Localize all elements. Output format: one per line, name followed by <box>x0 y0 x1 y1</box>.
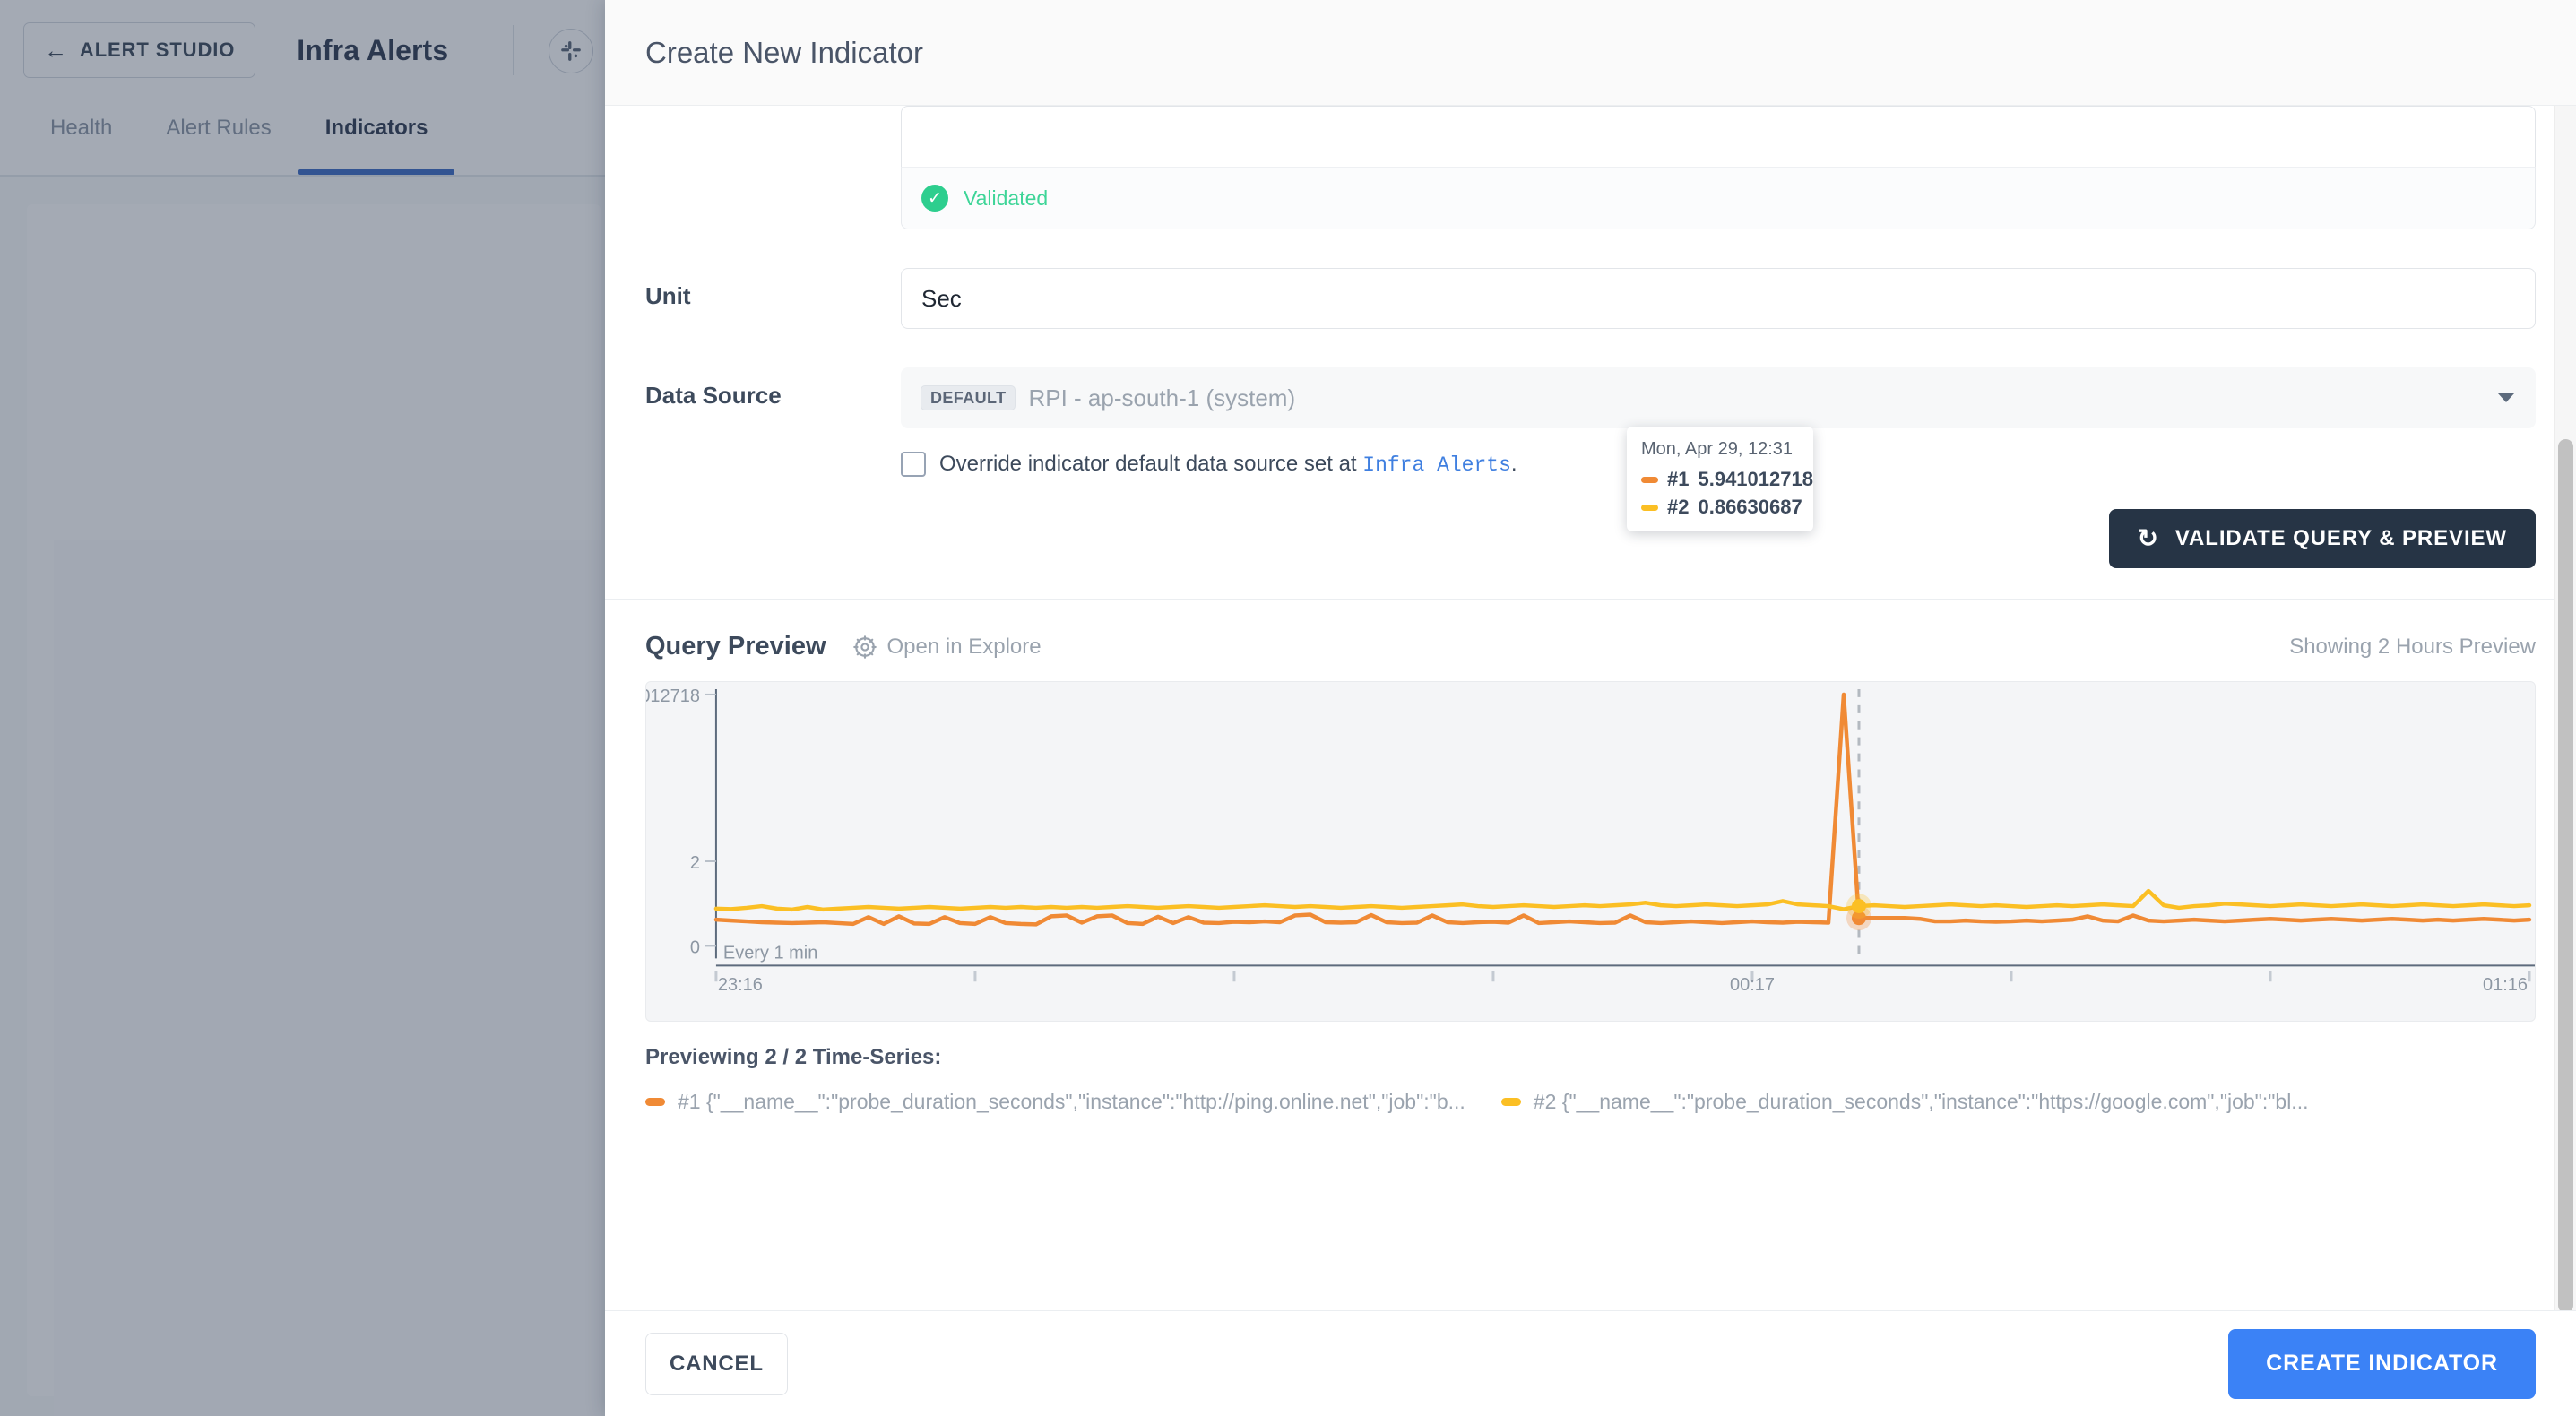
override-label: Override indicator default data source s… <box>939 452 1517 477</box>
override-text-before: Override indicator default data source s… <box>939 452 1362 476</box>
override-checkbox[interactable] <box>901 452 926 477</box>
data-source-label: Data Source <box>645 367 901 410</box>
tooltip-series-name: #2 <box>1667 496 1689 519</box>
check-circle-icon: ✓ <box>921 185 948 212</box>
tooltip-swatch <box>1641 477 1658 483</box>
legend-label: #1 {"__name__":"probe_duration_seconds",… <box>678 1090 1465 1114</box>
create-indicator-modal: Create New Indicator ✓ Validated Unit <box>605 0 2576 1416</box>
tab-alert-rules[interactable]: Alert Rules <box>139 100 298 175</box>
indicators-content-panel <box>27 204 601 1396</box>
legend-swatch <box>1501 1098 1521 1106</box>
slack-icon <box>559 39 583 63</box>
legend-swatch <box>645 1098 665 1106</box>
tab-health[interactable]: Health <box>23 100 139 175</box>
app-tabs: Health Alert Rules Indicators <box>0 100 618 177</box>
tooltip-series-name: #1 <box>1667 468 1689 491</box>
back-button-label: ALERT STUDIO <box>80 39 235 62</box>
unit-input[interactable] <box>901 268 2536 329</box>
validate-query-preview-button[interactable]: ↻ VALIDATE QUERY & PREVIEW <box>2109 509 2536 568</box>
query-validation-status: ✓ Validated <box>901 167 2536 229</box>
svg-text:2: 2 <box>690 853 700 873</box>
query-textarea[interactable] <box>901 106 2536 167</box>
tab-alert-rules-label: Alert Rules <box>166 116 271 140</box>
data-source-field-wrap: DEFAULT RPI - ap-south-1 (system) <box>901 367 2536 428</box>
modal-body: ✓ Validated Unit Data Source DEFAULT <box>605 106 2576 1310</box>
modal-footer: CANCEL CREATE INDICATOR <box>605 1310 2576 1416</box>
slack-icon-button[interactable] <box>549 29 593 73</box>
data-source-value: RPI - ap-south-1 (system) <box>1028 384 1295 412</box>
query-preview-chart[interactable]: 5.941012718 2 0 Every 1 min 23:16 00:17 01:16 <box>645 681 2536 1022</box>
validated-label: Validated <box>964 186 1048 211</box>
topbar-divider <box>513 25 514 75</box>
unit-field-wrap <box>901 268 2536 329</box>
svg-text:00:17: 00:17 <box>1730 975 1775 995</box>
tooltip-series-value: 0.86630687 <box>1698 496 1802 519</box>
app-background: ← ALERT STUDIO Infra Alerts Health Alert… <box>0 0 618 1416</box>
page-title: Infra Alerts <box>297 34 448 67</box>
compass-icon <box>853 635 877 659</box>
refresh-icon: ↻ <box>2138 526 2159 551</box>
modal-scrollbar-track[interactable] <box>2554 106 2576 1310</box>
validate-button-label: VALIDATE QUERY & PREVIEW <box>2175 526 2507 551</box>
chevron-down-icon <box>2498 393 2514 402</box>
override-text-after: . <box>1511 452 1517 476</box>
chart-legend: #1 {"__name__":"probe_duration_seconds",… <box>605 1070 2576 1114</box>
back-to-alert-studio-button[interactable]: ← ALERT STUDIO <box>23 22 255 78</box>
chart-svg: 5.941012718 2 0 Every 1 min 23:16 00:17 01:16 <box>646 682 2535 1021</box>
indicator-form: ✓ Validated Unit Data Source DEFAULT <box>605 106 2576 1114</box>
series-summary: Previewing 2 / 2 Time-Series: <box>605 1022 2576 1070</box>
app-topbar: ← ALERT STUDIO Infra Alerts <box>0 0 618 100</box>
modal-title: Create New Indicator <box>645 36 923 70</box>
open-in-explore-link[interactable]: Open in Explore <box>853 635 1042 660</box>
tooltip-row: #1 5.941012718 <box>1641 468 1799 491</box>
svg-text:23:16: 23:16 <box>718 975 763 995</box>
data-source-select[interactable]: DEFAULT RPI - ap-south-1 (system) <box>901 367 2536 428</box>
showing-preview-range: Showing 2 Hours Preview <box>2289 635 2536 660</box>
indicators-list-area <box>54 540 601 1416</box>
modal-header: Create New Indicator <box>605 0 2576 106</box>
unit-label: Unit <box>645 268 901 310</box>
svg-text:Every 1 min: Every 1 min <box>723 943 817 963</box>
query-preview-header: Query Preview Open in Explore Showing 2 … <box>605 600 2576 661</box>
tooltip-series-value: 5.941012718 <box>1698 468 1812 491</box>
tab-health-label: Health <box>50 116 112 140</box>
tab-indicators-label: Indicators <box>325 116 428 140</box>
svg-text:5.941012718: 5.941012718 <box>646 686 700 706</box>
arrow-left-icon: ← <box>44 39 68 62</box>
query-preview-title: Query Preview <box>645 632 826 661</box>
tooltip-row: #2 0.86630687 <box>1641 496 1799 519</box>
query-row: ✓ Validated <box>605 106 2576 229</box>
legend-item[interactable]: #2 {"__name__":"probe_duration_seconds",… <box>1501 1090 2309 1114</box>
query-row-label <box>645 106 901 120</box>
legend-label: #2 {"__name__":"probe_duration_seconds",… <box>1534 1090 2309 1114</box>
chart-hover-tooltip: Mon, Apr 29, 12:31 #1 5.941012718 #2 0.8… <box>1627 427 1813 531</box>
tooltip-swatch <box>1641 505 1658 511</box>
svg-text:01:16: 01:16 <box>2483 975 2528 995</box>
open-in-explore-label: Open in Explore <box>887 635 1042 660</box>
svg-text:0: 0 <box>690 937 700 957</box>
legend-item[interactable]: #1 {"__name__":"probe_duration_seconds",… <box>645 1090 1465 1114</box>
validate-row: ↻ VALIDATE QUERY & PREVIEW <box>605 509 2576 568</box>
modal-scrollbar-thumb[interactable] <box>2558 439 2573 1310</box>
tooltip-timestamp: Mon, Apr 29, 12:31 <box>1641 439 1799 460</box>
default-badge: DEFAULT <box>921 385 1016 410</box>
cancel-button[interactable]: CANCEL <box>645 1333 788 1395</box>
tab-indicators[interactable]: Indicators <box>298 100 455 175</box>
query-field-wrap: ✓ Validated <box>901 106 2536 229</box>
data-source-row: Data Source DEFAULT RPI - ap-south-1 (sy… <box>605 367 2576 428</box>
unit-row: Unit <box>605 268 2576 329</box>
infra-alerts-link[interactable]: Infra Alerts <box>1362 453 1511 477</box>
create-indicator-button[interactable]: CREATE INDICATOR <box>2228 1329 2536 1399</box>
